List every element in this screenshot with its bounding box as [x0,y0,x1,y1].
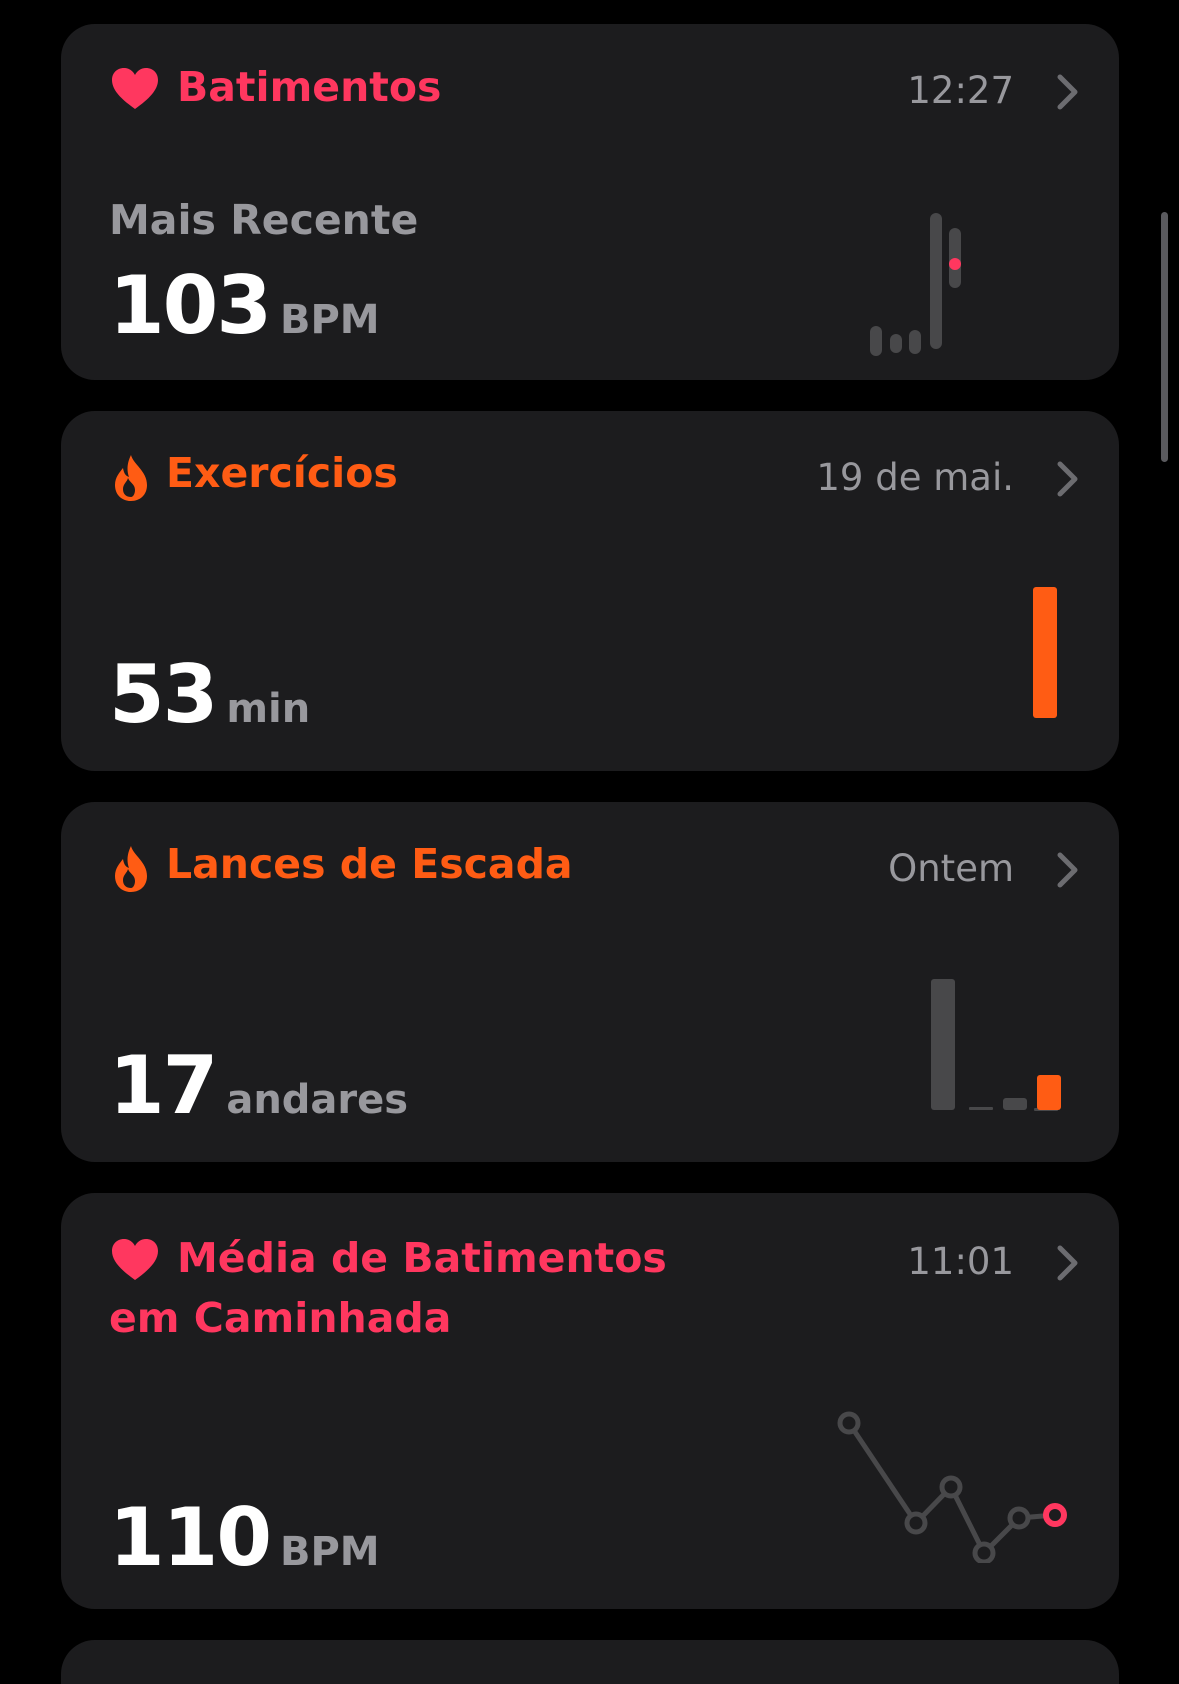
mini-bar [1033,587,1057,718]
value-number: 110 [109,1491,272,1584]
card-title-line2: em Caminhada [109,1294,452,1342]
latest-marker [949,258,961,270]
mini-bar [931,979,955,1110]
card-title: Lances de Escada [166,840,573,888]
data-point [1007,1506,1031,1530]
card-value: 110 BPM [109,1491,380,1584]
card-title: Exercícios [166,449,398,497]
heart-rate-mini-chart [870,213,961,356]
scrollbar[interactable] [1161,212,1168,462]
mini-bar [909,330,921,354]
data-point [939,1475,963,1499]
chevron-right-icon[interactable] [1057,461,1079,497]
card-timestamp: 12:27 [907,69,1014,112]
card-subtitle: Mais Recente [109,196,419,244]
value-unit: BPM [280,1529,380,1575]
mini-bar [1003,1098,1027,1110]
heart-rate-card[interactable]: Batimentos 12:27 Mais Recente 103 BPM [61,24,1119,380]
value-unit: min [226,686,311,732]
value-number: 17 [109,1039,218,1132]
value-unit: andares [226,1077,409,1123]
mini-bar [930,213,942,349]
chevron-right-icon[interactable] [1057,74,1079,110]
card-date: Ontem [888,847,1014,890]
data-point [972,1541,996,1563]
card-value: 53 min [109,648,310,741]
card-value: 103 BPM [109,259,380,352]
exercise-card[interactable]: Exercícios 19 de mai. 53 min [61,411,1119,771]
mini-bar [890,334,902,353]
exercise-mini-chart [1033,587,1057,718]
card-date: 19 de mai. [816,456,1014,499]
health-summary-screen: Batimentos 12:27 Mais Recente 103 BPM Exe… [0,0,1179,1684]
flights-climbed-card[interactable]: Lances de Escada Ontem 17 andares [61,802,1119,1162]
walking-heart-rate-card[interactable]: Média de Batimentos em Caminhada 11:01 1… [61,1193,1119,1609]
card-title: Média de Batimentos [177,1234,667,1282]
data-point [904,1511,928,1535]
heart-icon [112,68,158,109]
walking-hr-mini-chart [837,1411,1067,1563]
next-card-partial[interactable] [61,1640,1119,1684]
card-value: 17 andares [109,1039,408,1132]
data-point [837,1411,861,1435]
chevron-right-icon[interactable] [1057,852,1079,888]
heart-icon [112,1239,158,1280]
mini-bar [1037,1075,1061,1110]
chevron-right-icon[interactable] [1057,1245,1079,1281]
flame-icon [115,455,147,501]
mini-bar [870,326,882,356]
value-number: 53 [109,648,218,741]
flights-mini-chart [931,979,1061,1111]
mini-bar [969,1107,993,1110]
latest-data-point [1043,1503,1067,1527]
value-number: 103 [109,259,272,352]
value-unit: BPM [280,297,380,343]
card-title: Batimentos [177,63,442,111]
card-timestamp: 11:01 [907,1240,1014,1283]
flame-icon [115,846,147,892]
